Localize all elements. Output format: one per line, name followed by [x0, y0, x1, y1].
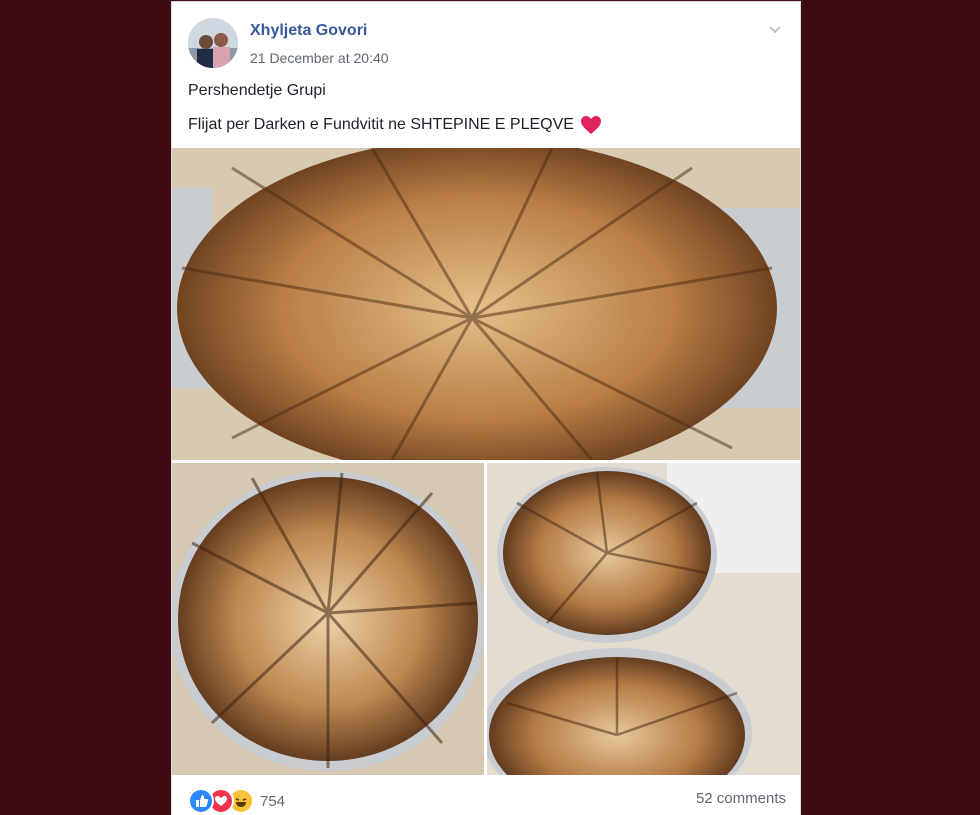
chevron-down-icon[interactable]	[766, 20, 784, 38]
post-timestamp[interactable]: 21 December at 20:40	[250, 50, 389, 66]
flija-photo-2[interactable]	[172, 463, 484, 775]
author-name[interactable]: Xhyljeta Govori	[250, 22, 367, 40]
post-footer: 754 52 comments	[172, 778, 800, 815]
reactions-summary[interactable]: 754	[188, 788, 285, 814]
avatar[interactable]	[188, 18, 238, 68]
like-icon	[188, 788, 214, 814]
reaction-count: 754	[260, 792, 286, 810]
flija-photo-3[interactable]	[487, 463, 800, 775]
heart-emoji-icon	[580, 115, 602, 135]
post-text-line-2: Flijat per Darken e Fundvitit ne SHTEPIN…	[188, 115, 602, 135]
post-text-line-1: Pershendetje Grupi	[188, 82, 326, 99]
flija-photo-1[interactable]	[172, 148, 800, 460]
post-card: Xhyljeta Govori 21 December at 20:40 Per…	[172, 2, 800, 815]
post-text-line-2-content: Flijat per Darken e Fundvitit ne SHTEPIN…	[188, 116, 574, 133]
post-header: Xhyljeta Govori 21 December at 20:40	[188, 16, 784, 68]
comments-count-link[interactable]: 52 comments	[696, 790, 786, 807]
photo-grid	[172, 148, 800, 775]
